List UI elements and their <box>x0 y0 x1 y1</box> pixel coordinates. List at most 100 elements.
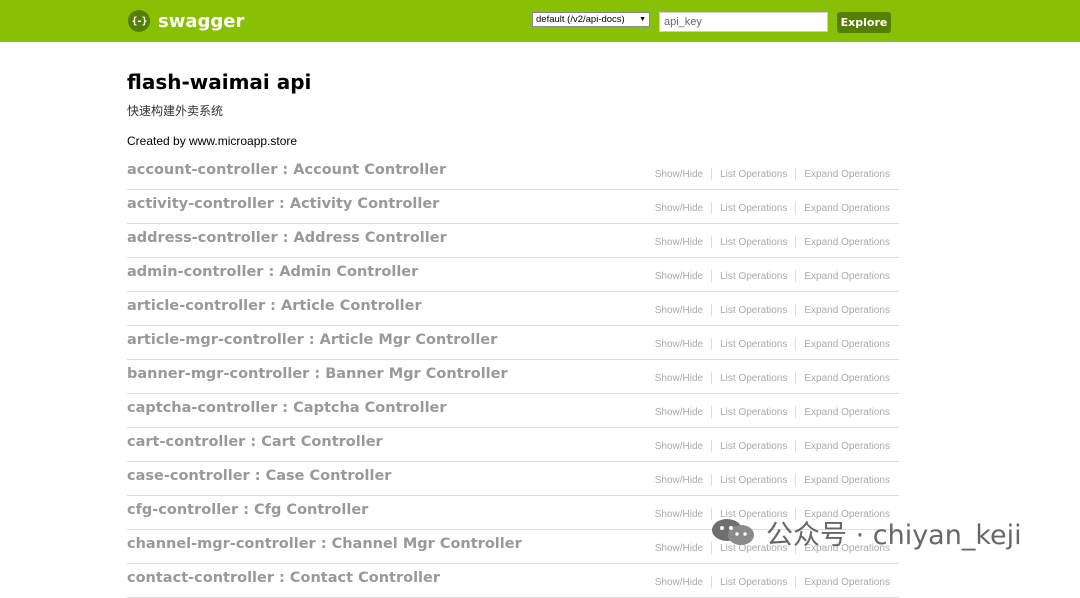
resource-heading-link[interactable]: channel-mgr-controller : Channel Mgr Con… <box>127 536 522 552</box>
resource-heading-link[interactable]: cart-controller : Cart Controller <box>127 434 383 450</box>
swagger-logo-text: swagger <box>158 10 245 32</box>
resource-operations: Show/Hide List Operations Expand Operation… <box>655 474 890 486</box>
api-spec-select-value: default (/v2/api-docs) <box>536 14 625 25</box>
expand-operations-link[interactable]: Expand Operations <box>804 237 890 248</box>
operations-divider <box>711 406 713 418</box>
operations-divider <box>711 202 713 214</box>
resource-heading-link[interactable]: article-mgr-controller : Article Mgr Con… <box>127 332 497 348</box>
show-hide-link[interactable]: Show/Hide <box>655 543 703 554</box>
show-hide-link[interactable]: Show/Hide <box>655 441 703 452</box>
operations-divider <box>795 406 797 418</box>
show-hide-link[interactable]: Show/Hide <box>655 271 703 282</box>
list-operations-link[interactable]: List Operations <box>720 271 787 282</box>
resource-row: article-mgr-controller : Article Mgr Con… <box>127 326 899 360</box>
api-contact-link[interactable]: Created by www.microapp.store <box>127 134 297 148</box>
resource-row: address-controller : Address Controller S… <box>127 224 899 258</box>
show-hide-link[interactable]: Show/Hide <box>655 305 703 316</box>
resource-row: banner-mgr-controller : Banner Mgr Contr… <box>127 360 899 394</box>
show-hide-link[interactable]: Show/Hide <box>655 169 703 180</box>
swagger-logo[interactable]: {-} swagger <box>128 9 244 33</box>
operations-divider <box>711 474 713 486</box>
expand-operations-link[interactable]: Expand Operations <box>804 339 890 350</box>
watermark: 公众号 · chiyan_keji <box>710 514 1022 551</box>
operations-divider <box>795 576 797 588</box>
list-operations-link[interactable]: List Operations <box>720 169 787 180</box>
list-operations-link[interactable]: List Operations <box>720 577 787 588</box>
resource-heading-link[interactable]: cfg-controller : Cfg Controller <box>127 502 368 518</box>
list-operations-link[interactable]: List Operations <box>720 203 787 214</box>
operations-divider <box>795 338 797 350</box>
list-operations-link[interactable]: List Operations <box>720 475 787 486</box>
explore-button[interactable]: Explore <box>837 12 891 33</box>
expand-operations-link[interactable]: Expand Operations <box>804 577 890 588</box>
show-hide-link[interactable]: Show/Hide <box>655 339 703 350</box>
expand-operations-link[interactable]: Expand Operations <box>804 305 890 316</box>
operations-divider <box>795 304 797 316</box>
swagger-logo-icon: {-} <box>128 10 150 32</box>
resource-operations: Show/Hide List Operations Expand Operation… <box>655 304 890 316</box>
resource-heading-link[interactable]: admin-controller : Admin Controller <box>127 264 418 280</box>
list-operations-link[interactable]: List Operations <box>720 441 787 452</box>
api-spec-select[interactable]: default (/v2/api-docs) ▼ <box>532 12 650 27</box>
show-hide-link[interactable]: Show/Hide <box>655 509 703 520</box>
resource-heading-link[interactable]: captcha-controller : Captcha Controller <box>127 400 447 416</box>
list-operations-link[interactable]: List Operations <box>720 237 787 248</box>
expand-operations-link[interactable]: Expand Operations <box>804 169 890 180</box>
resource-row: activity-controller : Activity Controlle… <box>127 190 899 224</box>
resource-row: case-controller : Case Controller Show/Hi… <box>127 462 899 496</box>
operations-divider <box>795 372 797 384</box>
operations-divider <box>795 474 797 486</box>
list-operations-link[interactable]: List Operations <box>720 373 787 384</box>
operations-divider <box>795 440 797 452</box>
resource-row: account-controller : Account Controller S… <box>127 156 899 190</box>
wechat-icon <box>712 519 754 545</box>
resource-row: captcha-controller : Captcha Controller S… <box>127 394 899 428</box>
api-title: flash-waimai api <box>127 70 312 94</box>
list-operations-link[interactable]: List Operations <box>720 305 787 316</box>
operations-divider <box>795 270 797 282</box>
expand-operations-link[interactable]: Expand Operations <box>804 203 890 214</box>
resource-heading-link[interactable]: case-controller : Case Controller <box>127 468 391 484</box>
show-hide-link[interactable]: Show/Hide <box>655 237 703 248</box>
operations-divider <box>795 168 797 180</box>
dropdown-arrow-icon: ▼ <box>639 16 646 23</box>
resource-heading-link[interactable]: banner-mgr-controller : Banner Mgr Contr… <box>127 366 508 382</box>
operations-divider <box>711 440 713 452</box>
show-hide-link[interactable]: Show/Hide <box>655 577 703 588</box>
resource-heading-link[interactable]: activity-controller : Activity Controlle… <box>127 196 439 212</box>
show-hide-link[interactable]: Show/Hide <box>655 407 703 418</box>
operations-divider <box>795 202 797 214</box>
operations-divider <box>711 168 713 180</box>
resource-operations: Show/Hide List Operations Expand Operation… <box>655 406 890 418</box>
resource-operations: Show/Hide List Operations Expand Operation… <box>655 576 890 588</box>
operations-divider <box>711 576 713 588</box>
operations-divider <box>711 338 713 350</box>
operations-divider <box>795 236 797 248</box>
operations-divider <box>711 236 713 248</box>
resource-operations: Show/Hide List Operations Expand Operation… <box>655 338 890 350</box>
show-hide-link[interactable]: Show/Hide <box>655 203 703 214</box>
expand-operations-link[interactable]: Expand Operations <box>804 271 890 282</box>
expand-operations-link[interactable]: Expand Operations <box>804 373 890 384</box>
top-bar: {-} swagger default (/v2/api-docs) ▼ api… <box>0 0 1080 42</box>
resource-row: cart-controller : Cart Controller Show/Hi… <box>127 428 899 462</box>
expand-operations-link[interactable]: Expand Operations <box>804 441 890 452</box>
resource-operations: Show/Hide List Operations Expand Operation… <box>655 372 890 384</box>
operations-divider <box>711 304 713 316</box>
list-operations-link[interactable]: List Operations <box>720 339 787 350</box>
resource-heading-link[interactable]: contact-controller : Contact Controller <box>127 570 440 586</box>
operations-divider <box>711 270 713 282</box>
show-hide-link[interactable]: Show/Hide <box>655 373 703 384</box>
resource-operations: Show/Hide List Operations Expand Operation… <box>655 202 890 214</box>
resource-row: contact-controller : Contact Controller S… <box>127 564 899 598</box>
resource-heading-link[interactable]: article-controller : Article Controller <box>127 298 422 314</box>
show-hide-link[interactable]: Show/Hide <box>655 475 703 486</box>
expand-operations-link[interactable]: Expand Operations <box>804 475 890 486</box>
expand-operations-link[interactable]: Expand Operations <box>804 407 890 418</box>
resource-operations: Show/Hide List Operations Expand Operation… <box>655 168 890 180</box>
resource-heading-link[interactable]: account-controller : Account Controller <box>127 162 446 178</box>
operations-divider <box>711 372 713 384</box>
list-operations-link[interactable]: List Operations <box>720 407 787 418</box>
api-key-input[interactable]: api_key <box>659 12 828 32</box>
resource-heading-link[interactable]: address-controller : Address Controller <box>127 230 447 246</box>
